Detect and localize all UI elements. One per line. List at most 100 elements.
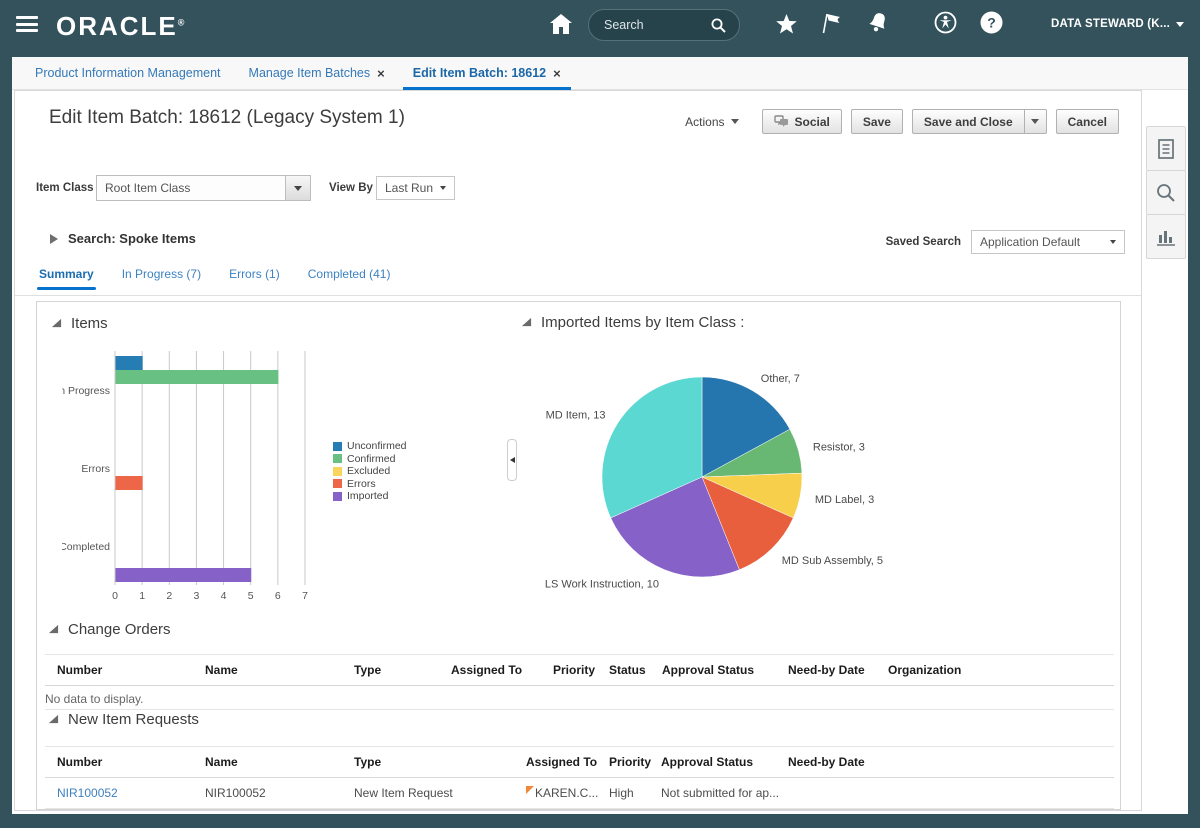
- subtab-divider: [15, 295, 1141, 296]
- chat-bubbles-icon: [774, 115, 789, 128]
- saved-search-select[interactable]: Application Default: [971, 230, 1125, 254]
- summary-content: Items 01234567In ProgressErrorsCompleted…: [36, 301, 1121, 810]
- new-item-requests-section-header[interactable]: New Item Requests: [48, 711, 199, 728]
- cancel-button[interactable]: Cancel: [1056, 109, 1119, 134]
- tab-label: Manage Item Batches: [249, 66, 371, 80]
- subtab-errors-1-[interactable]: Errors (1): [229, 267, 280, 290]
- global-search: [588, 9, 740, 41]
- column-header-status[interactable]: Status: [609, 663, 662, 677]
- legend-label: Unconfirmed: [347, 440, 407, 452]
- accessibility-icon[interactable]: [934, 11, 957, 39]
- close-icon[interactable]: ×: [553, 66, 561, 81]
- save-button[interactable]: Save: [851, 109, 903, 134]
- page-background: Product Information ManagementManage Ite…: [12, 57, 1188, 814]
- cell-name: NIR100052: [205, 786, 354, 800]
- legend-swatch: [333, 479, 342, 488]
- divider: [45, 685, 1114, 686]
- legend-label: Imported: [347, 490, 388, 502]
- tasks-panel-button[interactable]: [1146, 126, 1186, 171]
- divider: [45, 777, 1114, 778]
- svg-text:?: ?: [987, 15, 996, 31]
- legend-swatch: [333, 467, 342, 476]
- dropdown-button[interactable]: [285, 176, 310, 200]
- tab-product-information-management[interactable]: Product Information Management: [25, 57, 231, 89]
- navigator-menu-icon[interactable]: [16, 16, 38, 32]
- legend-item: Unconfirmed: [333, 440, 407, 453]
- svg-text:Resistor, 3: Resistor, 3: [813, 442, 865, 454]
- column-header-approval-status[interactable]: Approval Status: [662, 663, 788, 677]
- column-header-organization[interactable]: Organization: [888, 663, 1102, 677]
- search-section-header[interactable]: Search: Spoke Items: [48, 231, 196, 246]
- column-header-approval-status[interactable]: Approval Status: [661, 755, 788, 769]
- item-class-label: Item Class: [36, 182, 94, 194]
- search-icon[interactable]: [710, 17, 739, 34]
- cell-priority: High: [609, 786, 661, 800]
- legend-label: Confirmed: [347, 453, 395, 465]
- pie-section-header[interactable]: Imported Items by Item Class :: [521, 314, 744, 331]
- help-icon[interactable]: ?: [980, 11, 1003, 39]
- side-toolbar: [1146, 127, 1186, 259]
- subtab-summary[interactable]: Summary: [39, 267, 94, 290]
- collapse-triangle-icon: [51, 318, 62, 329]
- reports-panel-button[interactable]: [1146, 214, 1186, 259]
- svg-text:0: 0: [112, 590, 118, 602]
- save-and-close-menu-button[interactable]: [1025, 109, 1047, 134]
- cell-assigned-to: KAREN.C...: [526, 786, 609, 800]
- tab-edit-item-batch-18612[interactable]: Edit Item Batch: 18612 ×: [403, 57, 571, 89]
- tab-manage-item-batches[interactable]: Manage Item Batches ×: [239, 57, 395, 89]
- save-and-close-button[interactable]: Save and Close: [912, 109, 1025, 134]
- legend-swatch: [333, 442, 342, 451]
- panel-splitter[interactable]: [507, 439, 517, 481]
- collapse-triangle-icon: [521, 317, 532, 328]
- tab-label: Edit Item Batch: 18612: [413, 66, 546, 80]
- item-number-link[interactable]: NIR100052: [57, 786, 118, 800]
- legend-item: Imported: [333, 490, 407, 503]
- column-header-assigned-to[interactable]: Assigned To: [526, 755, 609, 769]
- cell-type: New Item Request: [354, 786, 526, 800]
- imported-items-pie-chart: Other, 7Resistor, 3MD Label, 3MD Sub Ass…: [522, 355, 922, 603]
- chevron-down-icon: [1110, 240, 1116, 244]
- subtab-in-progress-7-[interactable]: In Progress (7): [122, 267, 201, 290]
- chevron-down-icon: [1031, 119, 1039, 124]
- social-button[interactable]: Social: [762, 109, 842, 134]
- column-header-name[interactable]: Name: [205, 755, 354, 769]
- table-row[interactable]: NIR100052NIR100052New Item RequestKAREN.…: [37, 779, 1122, 807]
- collapse-left-icon: [510, 457, 515, 463]
- svg-text:Completed: Completed: [62, 541, 110, 553]
- watchlist-flag-icon[interactable]: [820, 11, 844, 41]
- column-header-priority[interactable]: Priority: [609, 755, 661, 769]
- svg-text:In Progress: In Progress: [62, 385, 110, 397]
- item-class-select[interactable]: Root Item Class: [96, 175, 311, 201]
- column-header-priority[interactable]: Priority: [553, 663, 609, 677]
- column-header-need-by-date[interactable]: Need-by Date: [788, 663, 888, 677]
- view-by-select[interactable]: Last Run: [376, 176, 455, 200]
- divider: [45, 654, 1114, 655]
- close-icon[interactable]: ×: [377, 66, 385, 81]
- chevron-down-icon: [294, 186, 302, 191]
- column-header-need-by-date[interactable]: Need-by Date: [788, 755, 968, 769]
- column-header-number[interactable]: Number: [57, 663, 205, 677]
- search-panel-button[interactable]: [1146, 170, 1186, 215]
- notifications-bell-icon[interactable]: [866, 11, 891, 41]
- summary-subtabs: Summary In Progress (7) Errors (1) Complete…: [39, 267, 390, 290]
- divider: [45, 709, 1114, 710]
- user-menu[interactable]: DATA STEWARD (K...: [1051, 18, 1184, 30]
- column-header-number[interactable]: Number: [57, 755, 205, 769]
- bar-chart-legend: UnconfirmedConfirmedExcludedErrorsImport…: [333, 440, 407, 503]
- subtab-completed-41-[interactable]: Completed (41): [308, 267, 391, 290]
- column-header-type[interactable]: Type: [354, 663, 451, 677]
- actions-menu-button[interactable]: Actions: [685, 115, 738, 129]
- saved-search-label: Saved Search: [886, 236, 961, 248]
- items-section-header[interactable]: Items: [51, 315, 108, 332]
- favorites-star-icon[interactable]: [775, 13, 798, 40]
- search-input[interactable]: [589, 18, 710, 32]
- change-orders-section-header[interactable]: Change Orders: [48, 621, 171, 638]
- column-header-name[interactable]: Name: [205, 663, 354, 677]
- svg-text:1: 1: [139, 590, 145, 602]
- column-header-assigned-to[interactable]: Assigned To: [451, 663, 553, 677]
- assignment-flag-icon: [526, 786, 534, 794]
- new-item-requests-header-row: NumberNameTypeAssigned ToPriorityApprova…: [37, 748, 1122, 776]
- legend-item: Errors: [333, 478, 407, 491]
- home-icon[interactable]: [548, 12, 574, 41]
- column-header-type[interactable]: Type: [354, 755, 526, 769]
